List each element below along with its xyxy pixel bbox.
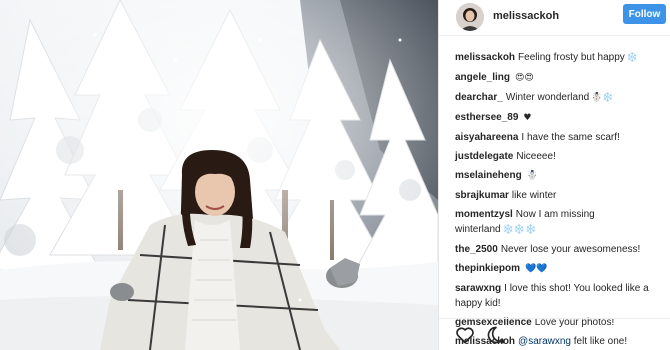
comment-username[interactable]: thepinkiepom — [455, 263, 520, 274]
comment: angele_ling 😍😍 — [455, 70, 667, 86]
post-photo[interactable] — [0, 0, 438, 350]
comment: thepinkiepom 💙💙 — [455, 261, 667, 277]
comment: momentzysl Now I am missing winterland ❄️❄… — [455, 207, 667, 238]
profile-picture — [456, 3, 484, 31]
comment: mselaineheng ☃️ — [455, 168, 667, 184]
comment: the_2500 Never lose your awesomeness! — [455, 242, 667, 257]
comment-emoji: ❄️❄️❄️ — [502, 225, 537, 235]
comment-username[interactable]: momentzysl — [455, 209, 513, 220]
snowy-forest-photo — [0, 0, 438, 350]
comment-emoji: ❄️ — [626, 53, 638, 63]
comment: sarawxng I love this shot! You looked lik… — [455, 281, 667, 311]
comment-username[interactable]: the_2500 — [455, 244, 498, 255]
comment: esthersee_89 ♥ — [455, 110, 667, 126]
comment: justdelegate Niceeee! — [455, 149, 667, 164]
comment-username[interactable]: angele_ling — [455, 72, 510, 83]
comment-text: I have the same scarf! — [521, 132, 620, 143]
comment-emoji: ☃️ — [526, 171, 538, 181]
comment-text: Never lose your awesomeness! — [500, 244, 641, 255]
comment-text: Niceeee! — [516, 151, 556, 162]
comment-emoji: ♥ — [523, 113, 532, 123]
comment: dearchar_ Winter wonderland ☃️❄️ — [455, 90, 667, 106]
comment-emoji: ☃️❄️ — [591, 93, 614, 103]
comment-username[interactable]: dearchar_ — [455, 92, 503, 103]
post-header: melissackoh Follow — [439, 0, 670, 36]
comment: aisyahareena I have the same scarf! — [455, 130, 667, 145]
comment-username[interactable]: justdelegate — [455, 151, 513, 162]
post-sidebar: melissackoh Follow melissackoh Feeling fr… — [438, 0, 670, 350]
comment-list: melissackoh Feeling frosty but happy ❄️ ang… — [455, 50, 667, 350]
avatar[interactable] — [456, 3, 484, 31]
comment-username[interactable]: aisyahareena — [455, 132, 518, 143]
action-bar — [439, 318, 670, 350]
comment-username[interactable]: sarawxng — [455, 283, 501, 294]
header-username[interactable]: melissackoh — [493, 10, 559, 22]
comment-username[interactable]: sbrajkumar — [455, 190, 509, 201]
comment-username[interactable]: mselaineheng — [455, 170, 522, 181]
comment-username[interactable]: melissackoh — [455, 52, 515, 63]
speech-bubble-icon[interactable] — [486, 325, 506, 345]
comment-text: Winter wonderland — [505, 92, 590, 103]
comment-emoji: 💙💙 — [525, 264, 548, 274]
comment-emoji: 😍😍 — [515, 73, 534, 83]
comment: melissackoh Feeling frosty but happy ❄️ — [455, 50, 667, 66]
comment: sbrajkumar like winter — [455, 188, 667, 203]
comment-text: Feeling frosty but happy — [518, 52, 625, 63]
comment-text: like winter — [511, 190, 557, 201]
follow-button[interactable]: Follow — [623, 4, 666, 24]
heart-outline-icon[interactable] — [455, 325, 475, 345]
comment-username[interactable]: esthersee_89 — [455, 112, 518, 123]
